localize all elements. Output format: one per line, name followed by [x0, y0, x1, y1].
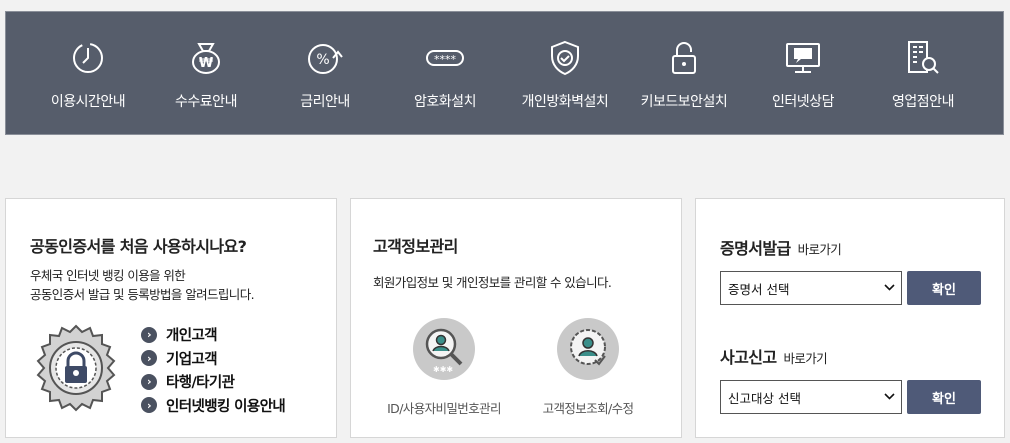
- cert-issue-select[interactable]: 증명서 선택: [720, 271, 902, 305]
- password-field-icon: ****: [426, 50, 464, 66]
- customer-info-edit-label: 고객정보조회/수정: [542, 401, 634, 416]
- report-target-select[interactable]: 신고대상 선택: [720, 380, 902, 414]
- report-sub: 바로가기: [783, 351, 828, 366]
- cert-guide-title: 공동인증서를 처음 사용하시나요?: [30, 237, 247, 256]
- report-confirm-button[interactable]: 확인: [907, 380, 981, 414]
- user-edit-icon: [557, 318, 619, 380]
- shield-check-icon: [551, 40, 579, 76]
- customer-info-edit-button[interactable]: 고객정보조회/수정: [513, 316, 663, 426]
- customer-info-desc: 회원가입정보 및 개인정보를 관리할 수 있습니다.: [373, 275, 612, 290]
- chevron-down-icon: [884, 284, 895, 291]
- certificate-seal-icon: [36, 324, 116, 412]
- cert-issue-heading: 증명서발급 바로가기: [720, 235, 842, 259]
- link-other-bank[interactable]: › 타행/타기관: [141, 370, 285, 394]
- clock-icon: [73, 43, 103, 73]
- link-label: 기업고객: [166, 351, 218, 368]
- topnav-label: 이용시간안내: [50, 94, 126, 110]
- cert-issue-confirm-button[interactable]: 확인: [907, 271, 981, 305]
- topnav-label: 키보드보안설치: [640, 94, 728, 110]
- link-business-customer[interactable]: › 기업고객: [141, 347, 285, 371]
- report-heading: 사고신고 바로가기: [720, 344, 828, 368]
- chevron-down-icon: [884, 393, 895, 400]
- chevron-right-icon: ›: [141, 326, 157, 343]
- topnav-item-encryption[interactable]: **** 암호화설치: [383, 12, 507, 136]
- building-search-icon: [908, 41, 939, 74]
- svg-text:****: ****: [434, 53, 457, 66]
- topnav-label: 금리안내: [300, 94, 350, 110]
- quick-menu-bar: 이용시간안내 ₩ 수수료안내 % 금리안내 **** 암호화설치 개인방화벽설치…: [5, 11, 1004, 135]
- report-select-value: 신고대상 선택: [728, 390, 801, 406]
- topnav-label: 수수료안내: [175, 94, 237, 110]
- topnav-label: 인터넷상담: [772, 94, 834, 110]
- customer-info-card: 고객정보관리 회원가입정보 및 개인정보를 관리할 수 있습니다. ✱✱✱ ID…: [350, 198, 682, 438]
- topnav-item-online-consult[interactable]: 인터넷상담: [741, 12, 865, 136]
- id-password-manage-button[interactable]: ✱✱✱ ID/사용자비밀번호관리: [369, 316, 519, 426]
- shortcuts-card: 증명서발급 바로가기 증명서 선택 확인 사고신고 바로가기 신고대상 선택 확…: [695, 198, 1005, 438]
- link-internet-banking-guide[interactable]: › 인터넷뱅킹 이용안내: [141, 394, 286, 418]
- topnav-item-fees[interactable]: ₩ 수수료안내: [144, 12, 268, 136]
- topnav-label: 암호화설치: [414, 94, 476, 110]
- money-bag-icon: ₩: [192, 43, 220, 74]
- chevron-right-icon: ›: [141, 397, 157, 414]
- link-label: 인터넷뱅킹 이용안내: [166, 398, 286, 415]
- topnav-item-firewall[interactable]: 개인방화벽설치: [503, 12, 627, 136]
- interest-rate-icon: %: [308, 44, 343, 74]
- report-title: 사고신고: [720, 348, 777, 367]
- cert-guide-desc: 우체국 인터넷 뱅킹 이용을 위한 공동인증서 발급 및 등록방법을 알려드립니…: [30, 266, 255, 304]
- topnav-label: 개인방화벽설치: [521, 94, 609, 110]
- link-label: 개인고객: [166, 328, 218, 345]
- cert-guide-card: 공동인증서를 처음 사용하시나요? 우체국 인터넷 뱅킹 이용을 위한 공동인증…: [5, 198, 337, 438]
- svg-text:₩: ₩: [199, 56, 214, 71]
- svg-text:%: %: [316, 52, 329, 68]
- monitor-chat-icon: [786, 43, 820, 73]
- topnav-item-branch[interactable]: 영업점안내: [861, 12, 985, 136]
- svg-text:✱✱✱: ✱✱✱: [433, 365, 453, 374]
- chevron-right-icon: ›: [141, 350, 157, 367]
- topnav-item-rates[interactable]: % 금리안내: [263, 12, 387, 136]
- topnav-item-keyboard-security[interactable]: 키보드보안설치: [622, 12, 746, 136]
- cert-issue-sub: 바로가기: [797, 242, 842, 257]
- user-search-icon: ✱✱✱: [413, 318, 475, 380]
- id-password-manage-label: ID/사용자비밀번호관리: [387, 401, 501, 416]
- customer-info-title: 고객정보관리: [373, 237, 458, 256]
- cert-issue-title: 증명서발급: [720, 239, 791, 258]
- chevron-right-icon: ›: [141, 373, 157, 390]
- cert-guide-desc-line2: 공동인증서 발급 및 등록방법을 알려드립니다.: [30, 287, 255, 302]
- link-label: 타행/타기관: [166, 375, 235, 392]
- link-personal-customer[interactable]: › 개인고객: [141, 323, 285, 347]
- topnav-label: 영업점안내: [892, 94, 954, 110]
- cert-guide-desc-line1: 우체국 인터넷 뱅킹 이용을 위한: [30, 268, 186, 283]
- topnav-item-hours[interactable]: 이용시간안내: [26, 12, 150, 136]
- padlock-icon: [672, 42, 696, 74]
- cert-issue-select-value: 증명서 선택: [728, 281, 790, 297]
- cert-guide-links: › 개인고객 › 기업고객 › 타행/타기관 › 인터넷뱅킹 이용안내: [141, 323, 286, 418]
